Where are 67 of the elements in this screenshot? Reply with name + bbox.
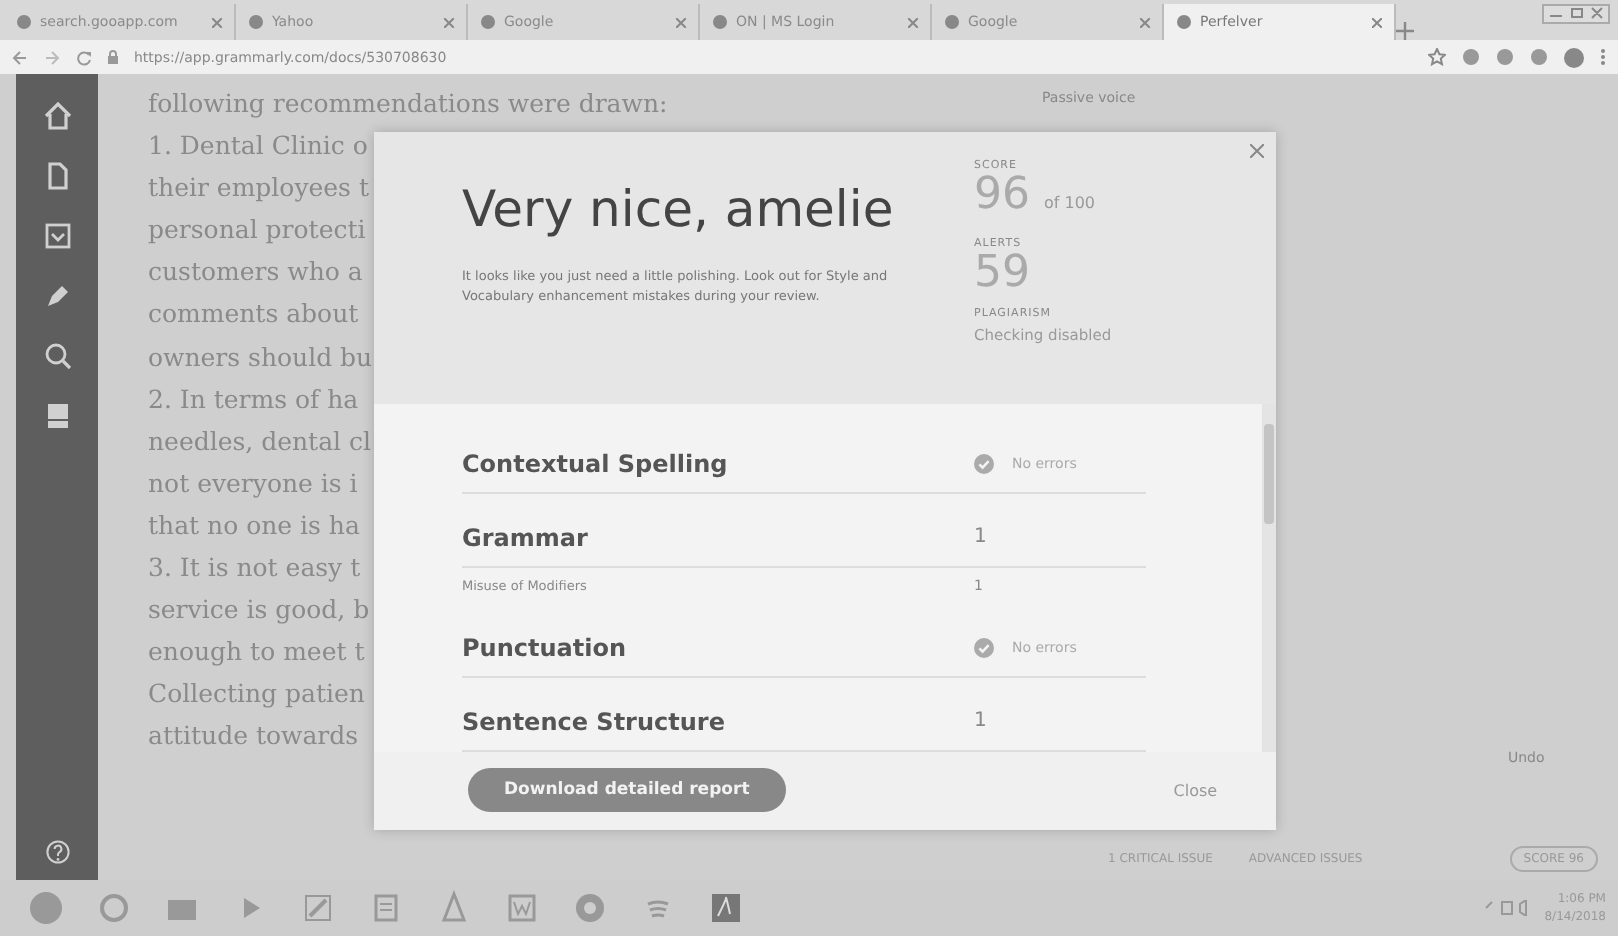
document-text-line: that no one is ha [148, 507, 360, 544]
close-tab-icon[interactable] [1372, 17, 1382, 27]
document-text-line: attitude towards [148, 718, 359, 755]
book-icon[interactable] [43, 402, 71, 430]
score-value: 96 [974, 170, 1030, 220]
back-icon[interactable] [12, 49, 28, 65]
category-name: Punctuation [462, 633, 629, 662]
document-text-line: their employees t [148, 170, 369, 207]
start-icon[interactable] [28, 890, 64, 926]
close-icon[interactable] [1250, 144, 1264, 158]
tab-favicon-icon [480, 14, 496, 30]
star-icon[interactable] [1428, 48, 1446, 66]
circle-app-icon[interactable] [572, 890, 608, 926]
category-name: Sentence Structure [462, 707, 727, 736]
word-icon[interactable] [504, 890, 540, 926]
menu-icon[interactable] [1600, 48, 1606, 66]
tray-icons-icon[interactable] [1484, 900, 1533, 916]
lock-icon [108, 50, 118, 64]
document-text-line: 2. In terms of ha [148, 381, 359, 418]
close-tab-icon[interactable] [444, 17, 454, 27]
document-text-line: service is good, b [148, 592, 370, 629]
report-title: Very nice, amelie [462, 180, 896, 238]
score-total: of 100 [1044, 194, 1096, 212]
close-tab-icon[interactable] [676, 17, 686, 27]
window-controls-icon[interactable] [1542, 4, 1610, 24]
pen-icon[interactable] [43, 282, 71, 310]
error-count: 1 [974, 710, 987, 733]
category-name: Contextual Spelling [462, 449, 730, 478]
close-tab-icon[interactable] [1140, 17, 1150, 27]
document-text-line: enough to meet t [148, 634, 365, 671]
home-icon[interactable] [43, 102, 71, 130]
close-button[interactable]: Close [1173, 781, 1218, 800]
document-icon[interactable] [43, 162, 71, 190]
document-text-line: Collecting patien [148, 676, 365, 713]
tab-favicon-icon [248, 14, 264, 30]
check-icon [974, 637, 994, 658]
download-icon[interactable] [43, 222, 71, 250]
tab-favicon-icon [1176, 14, 1192, 30]
close-tab-icon[interactable] [908, 17, 918, 27]
profile-icon[interactable] [1564, 47, 1584, 67]
help-icon[interactable] [45, 840, 69, 864]
error-count: 1 [974, 526, 987, 549]
document-text-line: needles, dental cl [148, 423, 371, 460]
browser-icon[interactable] [96, 890, 132, 926]
close-tab-icon[interactable] [212, 17, 222, 27]
reload-icon[interactable] [76, 49, 92, 65]
document-text-line: 1. Dental Clinic o [148, 128, 368, 165]
document-text-line: owners should bu [148, 339, 373, 376]
paint-icon[interactable] [300, 890, 336, 926]
alerts-value: 59 [974, 248, 1030, 298]
document-text-line: not everyone is i [148, 465, 358, 502]
download-report-button[interactable]: Download detailed report [468, 768, 786, 813]
document-text-line: comments about [148, 296, 359, 333]
check-icon [974, 453, 994, 474]
document-text-line: following recommendations were drawn: [148, 86, 668, 122]
search-icon[interactable] [43, 342, 71, 370]
scrollbar[interactable] [1262, 403, 1276, 752]
category-name: Grammar [462, 523, 590, 552]
document-text-line: customers who a [148, 254, 363, 291]
document-text-line: personal protecti [148, 212, 366, 249]
forward-icon[interactable] [44, 49, 60, 65]
tab-favicon-icon [944, 14, 960, 30]
tab-favicon-icon [16, 14, 32, 30]
cone-icon[interactable] [436, 890, 472, 926]
new-tab-icon[interactable] [1396, 22, 1414, 40]
document-text-line: 3. It is not easy t [148, 550, 361, 587]
tab-favicon-icon [712, 14, 728, 30]
